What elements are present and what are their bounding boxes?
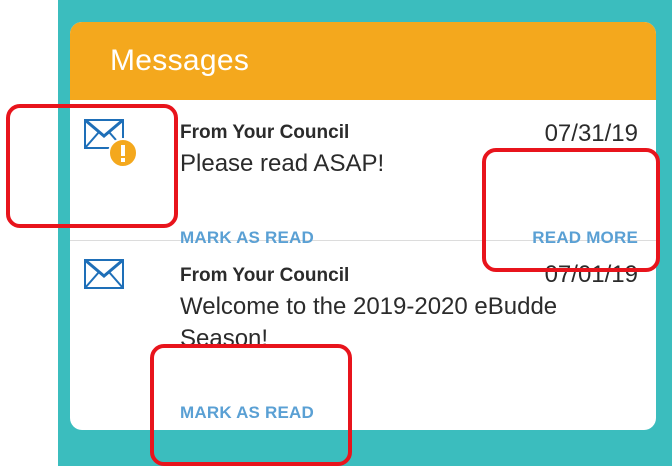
message-sender: From Your Council [180,122,350,143]
highlight-box-icon-area [6,104,178,228]
highlight-box-read-more [482,148,660,272]
panel-title: Messages [110,44,250,77]
message-date: 07/31/19 [544,120,638,147]
envelope-icon [84,258,124,289]
highlight-box-mark-as-read [150,344,352,466]
panel-header: Messages [70,22,656,100]
message-sender: From Your Council [180,265,350,286]
